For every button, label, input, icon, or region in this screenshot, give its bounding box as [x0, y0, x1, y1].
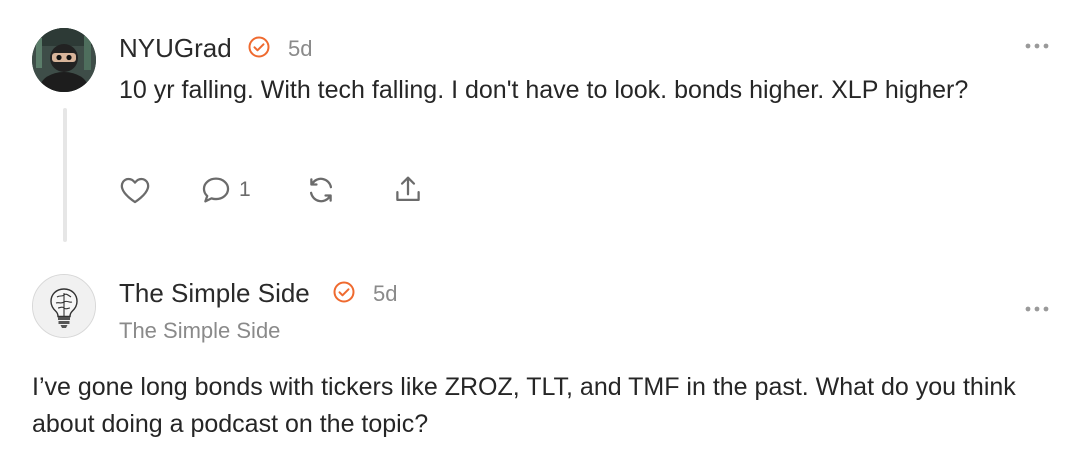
comment-button[interactable]: 1 — [199, 172, 251, 208]
like-button[interactable] — [118, 172, 152, 208]
timestamp[interactable]: 5d — [288, 36, 312, 62]
verified-icon — [333, 281, 355, 303]
heart-icon — [120, 177, 150, 204]
comment-body: 10 yr falling. With tech falling. I don'… — [119, 76, 969, 104]
more-icon[interactable] — [1024, 42, 1050, 50]
author-name[interactable]: NYUGrad — [119, 33, 232, 64]
comment-icon — [202, 177, 230, 203]
comment-count: 1 — [239, 178, 251, 201]
thread-line — [63, 108, 67, 242]
verified-icon — [248, 36, 270, 58]
publication-name[interactable]: The Simple Side — [119, 318, 280, 344]
restack-button[interactable] — [304, 172, 338, 208]
author-name[interactable]: The Simple Side — [119, 278, 310, 309]
avatar[interactable] — [32, 28, 96, 92]
timestamp[interactable]: 5d — [373, 281, 397, 307]
comment: NYUGrad 5d 10 yr falling. With tech fall… — [0, 0, 1088, 250]
comment: The Simple Side 5d The Simple Side I’ve … — [0, 250, 1088, 464]
more-icon[interactable] — [1024, 305, 1050, 313]
share-button[interactable] — [391, 172, 425, 208]
share-icon — [396, 176, 420, 202]
comment-body: I’ve gone long bonds with tickers like Z… — [32, 373, 1016, 438]
avatar[interactable] — [32, 274, 96, 338]
restack-icon — [309, 177, 333, 203]
